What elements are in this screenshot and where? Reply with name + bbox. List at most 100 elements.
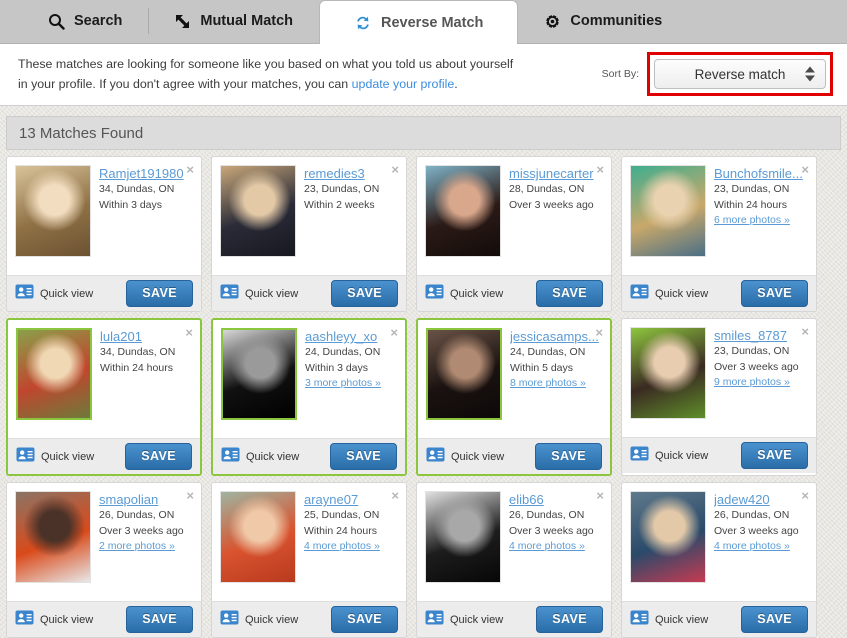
save-button[interactable]: SAVE xyxy=(535,443,602,470)
stepper-arrows-icon[interactable] xyxy=(805,66,815,82)
profile-thumbnail[interactable] xyxy=(15,491,91,583)
match-card[interactable]: Bunchofsmile... 23, Dundas, ON Within 24 h… xyxy=(621,156,817,312)
save-button[interactable]: SAVE xyxy=(331,606,398,633)
more-photos-link[interactable]: 4 more photos » xyxy=(714,539,808,555)
more-photos-link[interactable]: 8 more photos » xyxy=(510,376,602,392)
username-link[interactable]: elib66 xyxy=(509,492,603,508)
match-info: smapolian 26, Dundas, ON Over 3 weeks ago 2… xyxy=(99,491,193,595)
close-icon[interactable]: × xyxy=(391,489,399,502)
match-card[interactable]: remedies3 23, Dundas, ON Within 2 weeks × Qu… xyxy=(211,156,407,312)
match-card-footer: Quick view SAVE xyxy=(213,438,405,474)
username-link[interactable]: lula201 xyxy=(100,329,192,345)
mutual-arrows-icon xyxy=(174,13,191,30)
match-card[interactable]: elib66 26, Dundas, ON Over 3 weeks ago 4 mo… xyxy=(416,482,612,638)
quick-view-button[interactable]: Quick view xyxy=(426,447,504,467)
quick-view-button[interactable]: Quick view xyxy=(220,610,298,630)
close-icon[interactable]: × xyxy=(801,163,809,176)
username-link[interactable]: missjunecarter xyxy=(509,166,603,182)
close-icon[interactable]: × xyxy=(595,326,603,339)
save-button[interactable]: SAVE xyxy=(125,443,192,470)
save-button[interactable]: SAVE xyxy=(536,280,603,307)
match-card[interactable]: Ramjet191980 34, Dundas, ON Within 3 days ×… xyxy=(6,156,202,312)
quick-view-button[interactable]: Quick view xyxy=(630,446,708,466)
save-button[interactable]: SAVE xyxy=(741,280,808,307)
quick-view-button[interactable]: Quick view xyxy=(15,610,93,630)
quick-view-button[interactable]: Quick view xyxy=(221,447,299,467)
sort-by-select[interactable]: Reverse match xyxy=(654,59,826,89)
profile-thumbnail[interactable] xyxy=(425,165,501,257)
quick-view-button[interactable]: Quick view xyxy=(16,447,94,467)
quick-view-button[interactable]: Quick view xyxy=(630,610,708,630)
profile-thumbnail[interactable] xyxy=(426,328,502,420)
more-photos-link[interactable]: 2 more photos » xyxy=(99,539,193,555)
profile-thumbnail[interactable] xyxy=(630,327,706,419)
match-card-body: jessicasamps... 24, Dundas, ON Within 5 da… xyxy=(418,320,610,438)
more-photos-link[interactable]: 6 more photos » xyxy=(714,213,808,229)
match-info: jadew420 26, Dundas, ON Over 3 weeks ago 4 … xyxy=(714,491,808,595)
match-card[interactable]: smapolian 26, Dundas, ON Over 3 weeks ago 2… xyxy=(6,482,202,638)
match-card[interactable]: jadew420 26, Dundas, ON Over 3 weeks ago 4 … xyxy=(621,482,817,638)
profile-thumbnail[interactable] xyxy=(630,165,706,257)
close-icon[interactable]: × xyxy=(185,326,193,339)
quick-view-button[interactable]: Quick view xyxy=(425,610,503,630)
profile-thumbnail[interactable] xyxy=(16,328,92,420)
age-location: 26, Dundas, ON xyxy=(99,509,175,522)
username-link[interactable]: smiles_8787 xyxy=(714,328,808,344)
last-online: Within 3 days xyxy=(99,198,163,211)
match-card[interactable]: lula201 34, Dundas, ON Within 24 hours × Qui… xyxy=(6,318,202,476)
close-icon[interactable]: × xyxy=(596,163,604,176)
quick-view-button[interactable]: Quick view xyxy=(425,284,503,304)
tab-mutual-match[interactable]: Mutual Match xyxy=(148,0,319,43)
more-photos-link[interactable]: 4 more photos » xyxy=(304,539,398,555)
username-link[interactable]: Bunchofsmile... xyxy=(714,166,808,182)
profile-thumbnail[interactable] xyxy=(425,491,501,583)
save-button[interactable]: SAVE xyxy=(331,280,398,307)
match-card[interactable]: missjunecarter 28, Dundas, ON Over 3 weeks… xyxy=(416,156,612,312)
username-link[interactable]: aashleyy_xo xyxy=(305,329,397,345)
username-link[interactable]: remedies3 xyxy=(304,166,398,182)
close-icon[interactable]: × xyxy=(801,489,809,502)
contact-card-icon xyxy=(15,610,34,630)
age-location: 26, Dundas, ON xyxy=(509,509,585,522)
close-icon[interactable]: × xyxy=(390,326,398,339)
update-profile-link[interactable]: update your profile xyxy=(352,77,455,91)
tab-reverse-match-label: Reverse Match xyxy=(381,14,484,31)
more-photos-link[interactable]: 9 more photos » xyxy=(714,375,808,391)
match-card[interactable]: smiles_8787 23, Dundas, ON Over 3 weeks ag… xyxy=(621,318,817,476)
save-button[interactable]: SAVE xyxy=(126,280,193,307)
match-card[interactable]: arayne07 25, Dundas, ON Within 24 hours 4 m… xyxy=(211,482,407,638)
save-button[interactable]: SAVE xyxy=(741,606,808,633)
tab-reverse-match[interactable]: Reverse Match xyxy=(319,0,519,44)
tab-search[interactable]: Search xyxy=(22,0,148,43)
match-card[interactable]: jessicasamps... 24, Dundas, ON Within 5 da… xyxy=(416,318,612,476)
more-photos-link[interactable]: 3 more photos » xyxy=(305,376,397,392)
quick-view-button[interactable]: Quick view xyxy=(630,284,708,304)
profile-thumbnail[interactable] xyxy=(221,328,297,420)
profile-thumbnail[interactable] xyxy=(15,165,91,257)
close-icon[interactable]: × xyxy=(186,489,194,502)
quick-view-button[interactable]: Quick view xyxy=(220,284,298,304)
match-info: lula201 34, Dundas, ON Within 24 hours xyxy=(100,328,192,432)
username-link[interactable]: smapolian xyxy=(99,492,193,508)
save-button[interactable]: SAVE xyxy=(536,606,603,633)
more-photos-link[interactable]: 4 more photos » xyxy=(509,539,603,555)
profile-thumbnail[interactable] xyxy=(630,491,706,583)
close-icon[interactable]: × xyxy=(596,489,604,502)
username-link[interactable]: jessicasamps... xyxy=(510,329,602,345)
quick-view-label: Quick view xyxy=(40,287,94,300)
close-icon[interactable]: × xyxy=(801,325,809,338)
save-button[interactable]: SAVE xyxy=(126,606,193,633)
profile-thumbnail[interactable] xyxy=(220,491,296,583)
save-button[interactable]: SAVE xyxy=(741,442,808,469)
close-icon[interactable]: × xyxy=(391,163,399,176)
save-button[interactable]: SAVE xyxy=(330,443,397,470)
quick-view-button[interactable]: Quick view xyxy=(15,284,93,304)
close-icon[interactable]: × xyxy=(186,163,194,176)
username-link[interactable]: Ramjet191980 xyxy=(99,166,193,182)
username-link[interactable]: jadew420 xyxy=(714,492,808,508)
profile-thumbnail[interactable] xyxy=(220,165,296,257)
match-card[interactable]: aashleyy_xo 24, Dundas, ON Within 3 days 3 … xyxy=(211,318,407,476)
match-info: remedies3 23, Dundas, ON Within 2 weeks xyxy=(304,165,398,269)
tab-communities[interactable]: Communities xyxy=(518,0,688,43)
username-link[interactable]: arayne07 xyxy=(304,492,398,508)
